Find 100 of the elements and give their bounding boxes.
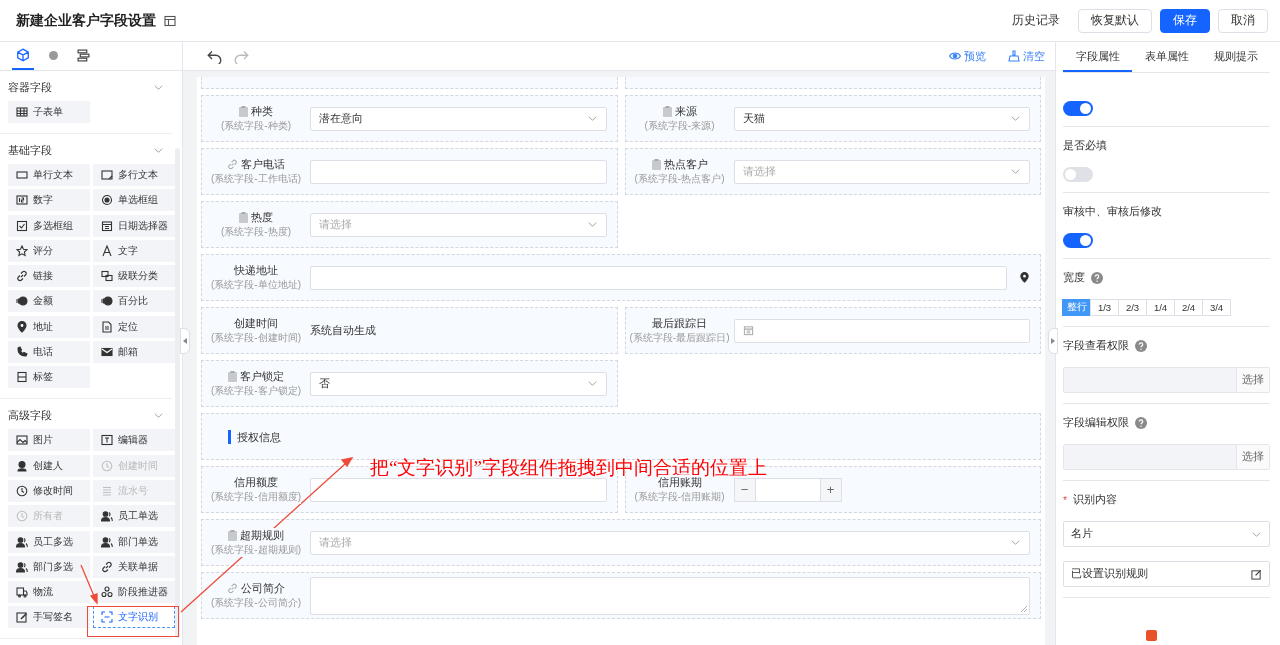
form-field-cell[interactable]: 最后跟踪日 (系统字段-最后跟踪日) (624, 307, 1041, 354)
header-button[interactable]: 保存 (1160, 8, 1210, 33)
history-link[interactable]: 历史记录 (1002, 8, 1070, 33)
field-component[interactable]: 部门单选 (93, 530, 175, 553)
form-field-cell[interactable]: 公司简介 (系统字段-公司简介) (201, 572, 1041, 619)
field-component[interactable]: 图片 (8, 429, 90, 452)
location-pin-icon (16, 320, 28, 333)
field-component[interactable]: 数字 (8, 189, 90, 212)
field-component[interactable]: 评分 (8, 239, 90, 262)
field-component[interactable]: 单选框组 (93, 189, 175, 212)
field-label: 最后跟踪日 (652, 316, 707, 331)
field-component[interactable]: 物流 (8, 581, 90, 604)
date-field[interactable] (733, 318, 1030, 343)
collapse-handle[interactable] (180, 328, 190, 354)
input-method-icon[interactable] (1146, 630, 1157, 641)
textarea-field[interactable] (310, 576, 1030, 615)
field-component[interactable]: 关联单据 (93, 555, 175, 578)
toggle-switch[interactable] (1063, 233, 1093, 248)
field-label: 创建时间 (234, 316, 278, 331)
width-option[interactable]: 3/4 (1202, 299, 1231, 316)
form-field-cell[interactable]: 客户锁定 (系统字段-客户锁定) 否 (201, 360, 618, 407)
panel-tab[interactable]: 字段属性 (1063, 42, 1132, 72)
form-field-cell[interactable]: 热点客户 (系统字段-热点客户) 请选择 (624, 148, 1041, 195)
width-option[interactable]: 2/3 (1118, 299, 1147, 316)
field-component[interactable]: 编辑器 (93, 429, 175, 452)
field-label: 信用账期 (657, 475, 702, 490)
scrollbar[interactable] (175, 148, 180, 638)
field-component[interactable]: 单行文本 (8, 164, 90, 186)
clear-button[interactable]: 清空 (998, 48, 1045, 64)
select-button[interactable]: 选择 (1236, 445, 1269, 469)
input-field[interactable] (310, 477, 607, 502)
field-component[interactable]: 定位 (93, 315, 175, 338)
select-field[interactable]: 潜在意向 (310, 106, 607, 131)
decrement-button[interactable]: − (733, 477, 756, 502)
field-component[interactable]: 创建人 (8, 454, 90, 477)
select-field[interactable]: 天猫 (733, 106, 1030, 131)
link-icon (227, 583, 238, 594)
field-component[interactable]: 日期选择器 (93, 214, 175, 237)
text-area-icon (101, 169, 113, 181)
field-component[interactable]: 多行文本 (93, 164, 175, 186)
property-label: 是否必填 (1063, 139, 1107, 153)
field-sublabel: (系统字段-创建时间) (211, 331, 301, 345)
header-button[interactable]: 恢复默认 (1078, 8, 1152, 33)
field-component[interactable]: 修改时间 (8, 479, 90, 502)
number-field[interactable] (755, 477, 820, 502)
input-field[interactable] (310, 265, 1007, 290)
form-field-cell[interactable]: 来源 (系统字段-来源) 天猫 (624, 95, 1041, 142)
toggle-switch[interactable] (1063, 101, 1093, 116)
form-field-cell[interactable]: 客户电话 (系统字段-工作电话) (201, 148, 618, 195)
field-sublabel: (系统字段-超期规则) (211, 543, 301, 557)
field-sublabel: (系统字段-工作电话) (211, 172, 301, 186)
width-option[interactable]: 1/3 (1090, 299, 1119, 316)
clipboard-icon (651, 159, 661, 170)
form-field-cell[interactable]: 热度 (系统字段-热度) 请选择 (201, 201, 618, 248)
permission-field[interactable]: 选择 (1063, 367, 1270, 393)
undo-button[interactable] (207, 48, 222, 64)
form-field-cell[interactable]: 快递地址 (系统字段-单位地址) (201, 254, 1041, 301)
permission-field[interactable]: 选择 (1063, 444, 1270, 470)
link-icon (101, 560, 113, 573)
select-field[interactable]: 名片 (1063, 521, 1270, 547)
form-field-cell[interactable]: 种类 (系统字段-种类) 潜在意向 (201, 95, 618, 142)
width-option[interactable]: 1/4 (1146, 299, 1175, 316)
field-component[interactable]: 手写签名 (8, 606, 90, 629)
field-component[interactable]: 百分比 (93, 290, 175, 313)
toggle-switch[interactable] (1063, 167, 1093, 182)
form-field-cell[interactable] (624, 77, 1041, 89)
preview-button[interactable]: 预览 (939, 48, 986, 64)
field-component[interactable]: 地址 (8, 315, 90, 338)
clock-icon (16, 510, 28, 523)
panel-tab[interactable]: 表单属性 (1132, 42, 1201, 72)
field-component[interactable]: 多选框组 (8, 214, 90, 237)
field-component[interactable]: 部门多选 (8, 555, 90, 578)
field-component[interactable]: 电话 (8, 341, 90, 364)
field-component[interactable]: 金额 (8, 290, 90, 313)
select-button[interactable]: 选择 (1236, 368, 1269, 392)
chevron-down-icon (586, 219, 598, 230)
chevron-down-icon (586, 378, 598, 389)
field-component[interactable]: 级联分类 (93, 265, 175, 288)
field-component[interactable]: 文字识别 (93, 606, 175, 629)
clipboard-icon (239, 106, 248, 117)
form-field-cell[interactable] (201, 77, 618, 89)
panel-tab[interactable]: 规则提示 (1201, 42, 1270, 72)
field-component[interactable]: 员工多选 (8, 530, 90, 553)
input-field[interactable] (310, 159, 607, 184)
field-component[interactable]: 子表单 (8, 101, 90, 123)
increment-button[interactable]: + (819, 477, 842, 502)
field-component[interactable]: 链接 (8, 265, 90, 288)
width-option[interactable]: 2/4 (1174, 299, 1203, 316)
select-field[interactable]: 否 (310, 371, 607, 396)
rule-field[interactable]: 已设置识别规则 (1063, 561, 1270, 587)
collapse-handle[interactable] (1048, 328, 1058, 354)
header-button[interactable]: 取消 (1218, 8, 1268, 33)
field-component[interactable]: 阶段推进器 (93, 581, 175, 604)
field-component[interactable]: 邮箱 (93, 341, 175, 364)
field-component[interactable]: 标签 (8, 366, 90, 389)
nodes-icon (101, 586, 113, 599)
form-field-cell[interactable]: 超期规则 (系统字段-超期规则) 请选择 (201, 519, 1041, 566)
field-component[interactable]: 员工单选 (93, 505, 175, 528)
field-component[interactable]: 文字 (93, 239, 175, 262)
redo-button[interactable] (234, 48, 249, 64)
